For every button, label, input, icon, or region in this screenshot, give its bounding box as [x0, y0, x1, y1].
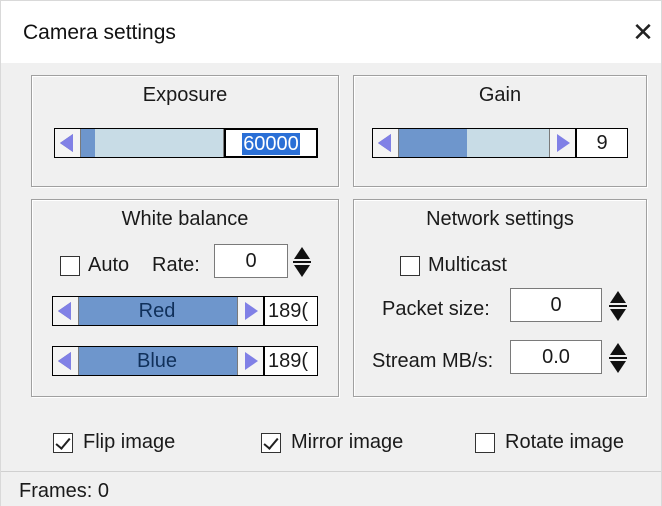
packet-size-input[interactable]: 0 — [510, 288, 602, 322]
exposure-value-field[interactable]: 60000 — [224, 128, 318, 158]
white-balance-group: White balance Auto Rate: 0 Red 189( Blue… — [31, 199, 339, 397]
white-balance-label: White balance — [121, 208, 249, 230]
arrow-right-icon[interactable] — [237, 297, 263, 325]
gain-value-field[interactable]: 9 — [576, 128, 628, 158]
arrow-right-icon[interactable] — [237, 347, 263, 375]
checkmark-icon — [263, 434, 279, 450]
exposure-label: Exposure — [142, 84, 228, 106]
mirror-image-checkbox[interactable] — [261, 433, 281, 453]
rate-input[interactable]: 0 — [214, 244, 288, 278]
stream-rate-input[interactable]: 0.0 — [510, 340, 602, 374]
title-bar: Camera settings ✕ — [1, 1, 661, 63]
rotate-image-label: Rotate image — [505, 431, 624, 453]
gain-slider-fill — [399, 129, 467, 157]
blue-slider-label: Blue — [136, 350, 178, 372]
close-icon[interactable]: ✕ — [629, 17, 657, 47]
window-title: Camera settings — [23, 21, 176, 44]
multicast-label: Multicast — [428, 254, 507, 276]
packet-size-label: Packet size: — [382, 298, 490, 320]
exposure-slider[interactable] — [54, 128, 250, 158]
red-slider[interactable]: Red — [52, 296, 264, 326]
stream-rate-label: Stream MB/s: — [372, 350, 494, 372]
auto-checkbox[interactable] — [60, 256, 80, 276]
blue-value-field[interactable]: 189( — [264, 346, 318, 376]
red-value-field[interactable]: 189( — [264, 296, 318, 326]
spin-updown-icon[interactable] — [292, 244, 312, 280]
gain-label: Gain — [478, 84, 522, 106]
arrow-right-icon[interactable] — [549, 129, 575, 157]
blue-slider[interactable]: Blue — [52, 346, 264, 376]
exposure-slider-fill — [81, 129, 95, 157]
gain-group: Gain 9 — [353, 75, 647, 187]
multicast-checkbox[interactable] — [400, 256, 420, 276]
flip-image-label: Flip image — [83, 431, 176, 453]
network-settings-group: Network settings Multicast Packet size: … — [353, 199, 647, 397]
spin-updown-icon[interactable] — [608, 288, 628, 324]
camera-settings-window: Camera settings ✕ Exposure 60000 Gain 9 … — [0, 0, 662, 506]
arrow-left-icon[interactable] — [53, 347, 79, 375]
status-bar: Frames: 0 — [1, 471, 661, 506]
arrow-left-icon[interactable] — [373, 129, 399, 157]
red-slider-label: Red — [138, 300, 176, 322]
exposure-value-text: 60000 — [242, 133, 300, 155]
checkmark-icon — [55, 434, 71, 450]
exposure-group: Exposure 60000 — [31, 75, 339, 187]
frames-counter: Frames: 0 — [19, 480, 110, 502]
rate-label: Rate: — [152, 254, 200, 276]
network-settings-label: Network settings — [426, 208, 574, 230]
flip-image-checkbox[interactable] — [53, 433, 73, 453]
spin-updown-icon[interactable] — [608, 340, 628, 376]
rotate-image-checkbox[interactable] — [475, 433, 495, 453]
auto-label: Auto — [88, 254, 130, 276]
arrow-left-icon[interactable] — [53, 297, 79, 325]
gain-slider[interactable] — [372, 128, 576, 158]
arrow-left-icon[interactable] — [55, 129, 81, 157]
mirror-image-label: Mirror image — [291, 431, 404, 453]
